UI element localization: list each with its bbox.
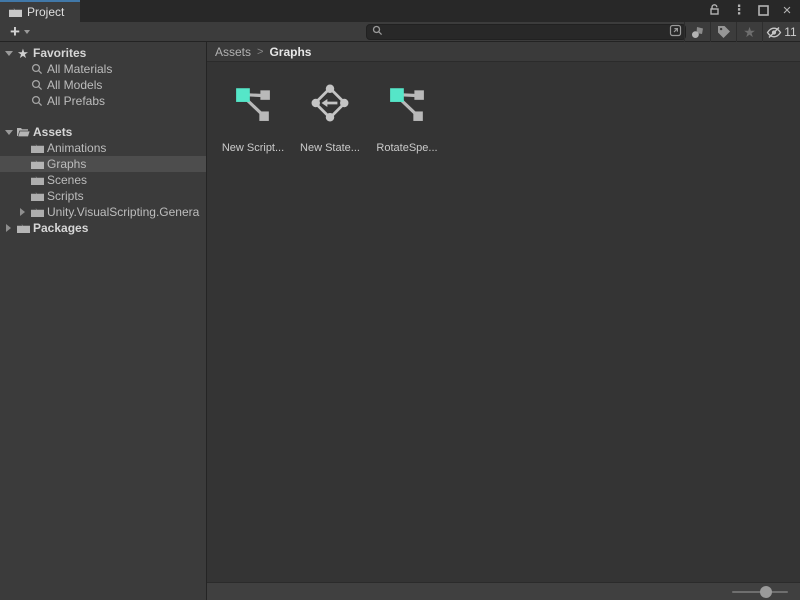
chevron-down-icon	[24, 30, 30, 34]
foldout-closed-icon[interactable]	[6, 224, 11, 232]
folder-icon	[30, 189, 44, 203]
asset-label: RotateSpe...	[376, 142, 437, 154]
tree-item-scenes[interactable]: Scenes	[0, 172, 206, 188]
thumbnail-size-slider[interactable]	[732, 585, 788, 599]
unlock-icon[interactable]	[706, 1, 724, 19]
project-window: Project ⋮ × +	[0, 0, 800, 600]
search-input[interactable]	[387, 25, 665, 39]
hidden-count: 11	[784, 25, 796, 39]
star-icon: ★	[743, 25, 756, 39]
create-asset-button[interactable]: +	[6, 22, 34, 41]
search-field[interactable]	[366, 24, 686, 40]
folder-icon	[30, 173, 44, 187]
state-graph-icon	[311, 84, 349, 122]
asset-pane: Assets > Graphs New Script...	[207, 42, 800, 600]
folder-tree: ★ Favorites All Materials All Models Al	[0, 42, 207, 600]
eye-off-icon	[766, 26, 782, 39]
search-icon	[372, 25, 383, 39]
tree-item-assets[interactable]: Assets	[0, 124, 206, 140]
script-graph-icon	[388, 84, 426, 122]
folder-icon	[30, 157, 44, 171]
breadcrumb-separator-icon: >	[257, 46, 263, 58]
asset-item-new-state[interactable]: New State...	[292, 84, 368, 154]
folder-icon	[30, 205, 44, 219]
search-by-label-button[interactable]	[710, 22, 736, 42]
kebab-menu-icon[interactable]: ⋮	[730, 1, 748, 19]
tree-item-graphs[interactable]: Graphs	[0, 156, 206, 172]
toolbar-filter-group: ★ 11	[684, 22, 800, 42]
tree-item-animations[interactable]: Animations	[0, 140, 206, 156]
breadcrumb-current[interactable]: Graphs	[269, 45, 311, 59]
folder-open-icon	[16, 125, 30, 139]
tag-icon	[717, 25, 731, 39]
status-bar	[207, 582, 800, 600]
tree-item-packages[interactable]: Packages	[0, 220, 206, 236]
asset-label: New State...	[300, 142, 360, 154]
saved-search-icon	[30, 94, 44, 108]
breadcrumb: Assets > Graphs	[207, 42, 800, 62]
foldout-open-icon[interactable]	[5, 130, 13, 135]
folder-icon	[30, 141, 44, 155]
folder-icon	[8, 5, 22, 19]
slider-knob[interactable]	[760, 586, 772, 598]
save-search-button[interactable]: ★	[736, 22, 762, 42]
asset-grid[interactable]: New Script... New State...	[207, 62, 800, 582]
plus-icon: +	[10, 25, 20, 39]
project-toolbar: + ★ 11	[0, 22, 800, 42]
tab-title: Project	[27, 5, 64, 19]
tree-item-all-models[interactable]: All Models	[0, 77, 206, 93]
saved-search-icon	[30, 78, 44, 92]
breadcrumb-root[interactable]: Assets	[215, 45, 251, 59]
asset-label: New Script...	[222, 142, 284, 154]
search-by-type-button[interactable]	[684, 22, 710, 42]
window-controls: ⋮ ×	[706, 0, 796, 20]
folder-icon	[16, 221, 30, 235]
saved-search-icon	[30, 62, 44, 76]
script-graph-icon	[234, 84, 272, 122]
tree-item-all-materials[interactable]: All Materials	[0, 61, 206, 77]
favorites-star-icon: ★	[16, 46, 30, 60]
tree-item-favorites[interactable]: ★ Favorites	[0, 45, 206, 61]
main-area: ★ Favorites All Materials All Models Al	[0, 42, 800, 600]
tree-item-all-prefabs[interactable]: All Prefabs	[0, 93, 206, 109]
close-icon[interactable]: ×	[778, 1, 796, 19]
foldout-closed-icon[interactable]	[20, 208, 25, 216]
asset-item-rotatespe[interactable]: RotateSpe...	[369, 84, 445, 154]
hidden-packages-toggle[interactable]: 11	[762, 22, 800, 42]
maximize-icon[interactable]	[754, 1, 772, 19]
tab-bar: Project ⋮ ×	[0, 0, 800, 22]
tree-item-unity-visualscripting[interactable]: Unity.VisualScripting.Genera	[0, 204, 206, 220]
open-search-window-icon[interactable]	[669, 24, 682, 40]
tree-item-scripts[interactable]: Scripts	[0, 188, 206, 204]
foldout-open-icon[interactable]	[5, 51, 13, 56]
shapes-icon	[691, 26, 705, 39]
asset-item-new-script[interactable]: New Script...	[215, 84, 291, 154]
tab-project[interactable]: Project	[0, 0, 80, 22]
